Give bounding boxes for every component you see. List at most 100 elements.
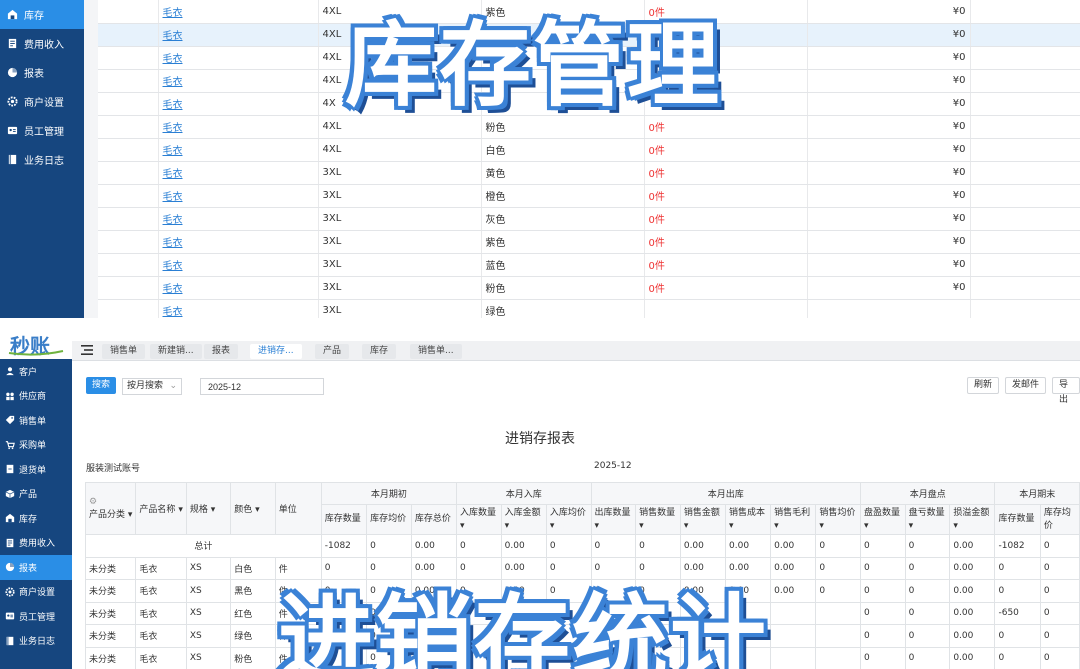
table-row[interactable]: 毛衣 3XL 绿色 (98, 299, 1080, 318)
column-header[interactable]: 产品名称 ▾ (135, 482, 187, 535)
cell-product-name[interactable]: 毛衣 (158, 299, 319, 318)
tab[interactable]: 库存 (362, 344, 397, 359)
table-row[interactable]: 毛衣 3XL 黄色 0件 ¥0 (98, 161, 1080, 185)
top-sidebar-item[interactable]: 费用收入 (0, 29, 84, 58)
table-row[interactable]: 毛衣 3XL 橙色 0件 ¥0 (98, 184, 1080, 208)
sort-caret-icon[interactable]: ▾ (255, 505, 260, 515)
product-link[interactable]: 毛衣 (163, 307, 183, 318)
sort-caret-icon[interactable]: ▾ (595, 521, 600, 531)
sort-caret-icon[interactable]: ▾ (774, 521, 779, 531)
sidebar-item[interactable]: 库存 (0, 506, 72, 531)
sort-caret-icon[interactable]: ▾ (128, 510, 133, 520)
column-header[interactable]: 规格 ▾ (185, 482, 232, 535)
table-row[interactable]: 毛衣 3XL 粉色 0件 ¥0 (98, 276, 1080, 300)
send-email-button[interactable]: 发邮件 (1005, 377, 1047, 394)
column-header[interactable]: 库存均价 (1039, 504, 1080, 535)
product-link[interactable]: 毛衣 (163, 192, 183, 203)
sidebar-item[interactable]: 客户 (0, 359, 72, 384)
sidebar-item[interactable]: 费用收入 (0, 531, 72, 556)
sort-caret-icon[interactable]: ▾ (550, 521, 555, 531)
cell-product-name[interactable]: 毛衣 (158, 230, 319, 254)
column-header[interactable]: 销售成本 ▾ (724, 504, 772, 535)
top-sidebar-item[interactable]: 报表 (0, 58, 84, 87)
tab[interactable]: 进销存... (250, 344, 302, 359)
menu-toggle-icon[interactable] (81, 345, 93, 355)
product-link[interactable]: 毛衣 (163, 238, 183, 249)
sidebar-item[interactable]: 退货单 (0, 457, 72, 482)
top-sidebar-item[interactable]: 员工管理 (0, 116, 84, 145)
product-link[interactable]: 毛衣 (163, 146, 183, 157)
tab[interactable]: 销售单... (410, 344, 462, 359)
column-header[interactable]: 库存总价 (410, 504, 458, 535)
column-header[interactable]: 盘亏数量 ▾ (904, 504, 951, 535)
column-header[interactable]: 出库数量 ▾ (590, 504, 637, 535)
column-header[interactable]: 销售均价 ▾ (815, 504, 861, 535)
column-header[interactable]: 损溢金额 ▾ (949, 504, 996, 535)
column-header[interactable]: 盘盈数量 ▾ (859, 504, 906, 535)
tab[interactable]: 产品 (315, 344, 350, 359)
cell-product-name[interactable]: 毛衣 (158, 115, 319, 139)
export-button[interactable]: 导出 (1052, 377, 1080, 405)
column-header[interactable]: 入库数量 ▾ (456, 504, 502, 535)
product-link[interactable]: 毛衣 (163, 215, 183, 226)
sidebar-item[interactable]: 报表 (0, 555, 72, 580)
product-link[interactable]: 毛衣 (163, 261, 183, 272)
sort-caret-icon[interactable]: ▾ (729, 521, 734, 531)
cell-product-name[interactable]: 毛衣 (158, 138, 319, 162)
table-row[interactable]: 毛衣 3XL 灰色 0件 ¥0 (98, 207, 1080, 231)
cell-product-name[interactable]: 毛衣 (158, 161, 319, 185)
column-header[interactable]: 销售金额 ▾ (679, 504, 727, 535)
column-header[interactable]: 颜色 ▾ (230, 482, 276, 535)
cell-product-name[interactable]: 毛衣 (158, 276, 319, 300)
product-link[interactable]: 毛衣 (163, 54, 183, 65)
cell-product-name[interactable]: 毛衣 (158, 46, 319, 70)
column-header[interactable]: 单位 (274, 482, 322, 535)
top-sidebar-item[interactable]: 商户设置 (0, 87, 84, 116)
sort-caret-icon[interactable]: ▾ (460, 521, 465, 531)
product-link[interactable]: 毛衣 (163, 77, 183, 88)
cell-product-name[interactable]: 毛衣 (158, 69, 319, 93)
table-row[interactable]: 未分类 毛衣 XS 白色件 0 0 0.00 0 0.00 0 0 0 0.00 0.00 0.00 0 0 0 0… (84, 556, 1080, 580)
sort-caret-icon[interactable]: ▾ (505, 521, 510, 531)
sort-caret-icon[interactable]: ▾ (211, 505, 216, 515)
product-link[interactable]: 毛衣 (163, 123, 183, 134)
product-link[interactable]: 毛衣 (163, 169, 183, 180)
table-row[interactable]: 毛衣 3XL 蓝色 0件 ¥0 (98, 253, 1080, 277)
sidebar-item[interactable]: 供应商 (0, 384, 72, 409)
sidebar-item[interactable]: 商户设置 (0, 580, 72, 605)
sort-caret-icon[interactable]: ▾ (953, 521, 958, 531)
product-link[interactable]: 毛衣 (163, 31, 183, 42)
column-header[interactable]: 库存均价 (366, 504, 412, 535)
cell-product-name[interactable]: 毛衣 (158, 92, 319, 116)
sort-caret-icon[interactable]: ▾ (684, 521, 689, 531)
table-row[interactable]: 毛衣 4XL 白色 0件 ¥0 (98, 138, 1080, 162)
product-link[interactable]: 毛衣 (163, 8, 183, 19)
column-header[interactable]: 入库均价 ▾ (545, 504, 592, 535)
product-link[interactable]: 毛衣 (163, 100, 183, 111)
sort-caret-icon[interactable]: ▾ (819, 521, 824, 531)
cell-product-name[interactable]: 毛衣 (158, 23, 319, 47)
column-header[interactable]: 库存数量 (994, 504, 1041, 535)
sidebar-item[interactable]: 业务日志 (0, 629, 72, 654)
sidebar-item[interactable]: 产品 (0, 482, 72, 507)
column-header[interactable]: 销售毛利 ▾ (770, 504, 817, 535)
cell-product-name[interactable]: 毛衣 (158, 0, 319, 24)
cell-product-name[interactable]: 毛衣 (158, 184, 319, 208)
refresh-button[interactable]: 刷新 (967, 377, 1000, 394)
search-button[interactable]: 搜索 (86, 377, 116, 394)
cell-product-name[interactable]: 毛衣 (158, 207, 319, 231)
tab[interactable]: 新建销... (150, 344, 202, 359)
column-header[interactable]: 销售数量 ▾ (635, 504, 681, 535)
top-sidebar-item[interactable]: 业务日志 (0, 145, 84, 174)
sort-caret-icon[interactable]: ▾ (909, 521, 914, 531)
top-sidebar-item[interactable]: 库存 (0, 0, 84, 29)
tab[interactable]: 报表 (204, 344, 239, 359)
tab[interactable]: 销售单 (102, 344, 146, 359)
sort-caret-icon[interactable]: ▾ (178, 505, 183, 515)
column-header[interactable]: 入库金额 ▾ (500, 504, 547, 535)
column-header[interactable]: 库存数量 (320, 504, 368, 535)
column-header[interactable]: ⚙ 产品分类 ▾ (84, 482, 137, 535)
sidebar-item[interactable]: 员工管理 (0, 604, 72, 629)
settings-icon[interactable]: ⚙ (89, 497, 132, 507)
sort-caret-icon[interactable]: ▾ (639, 521, 644, 531)
